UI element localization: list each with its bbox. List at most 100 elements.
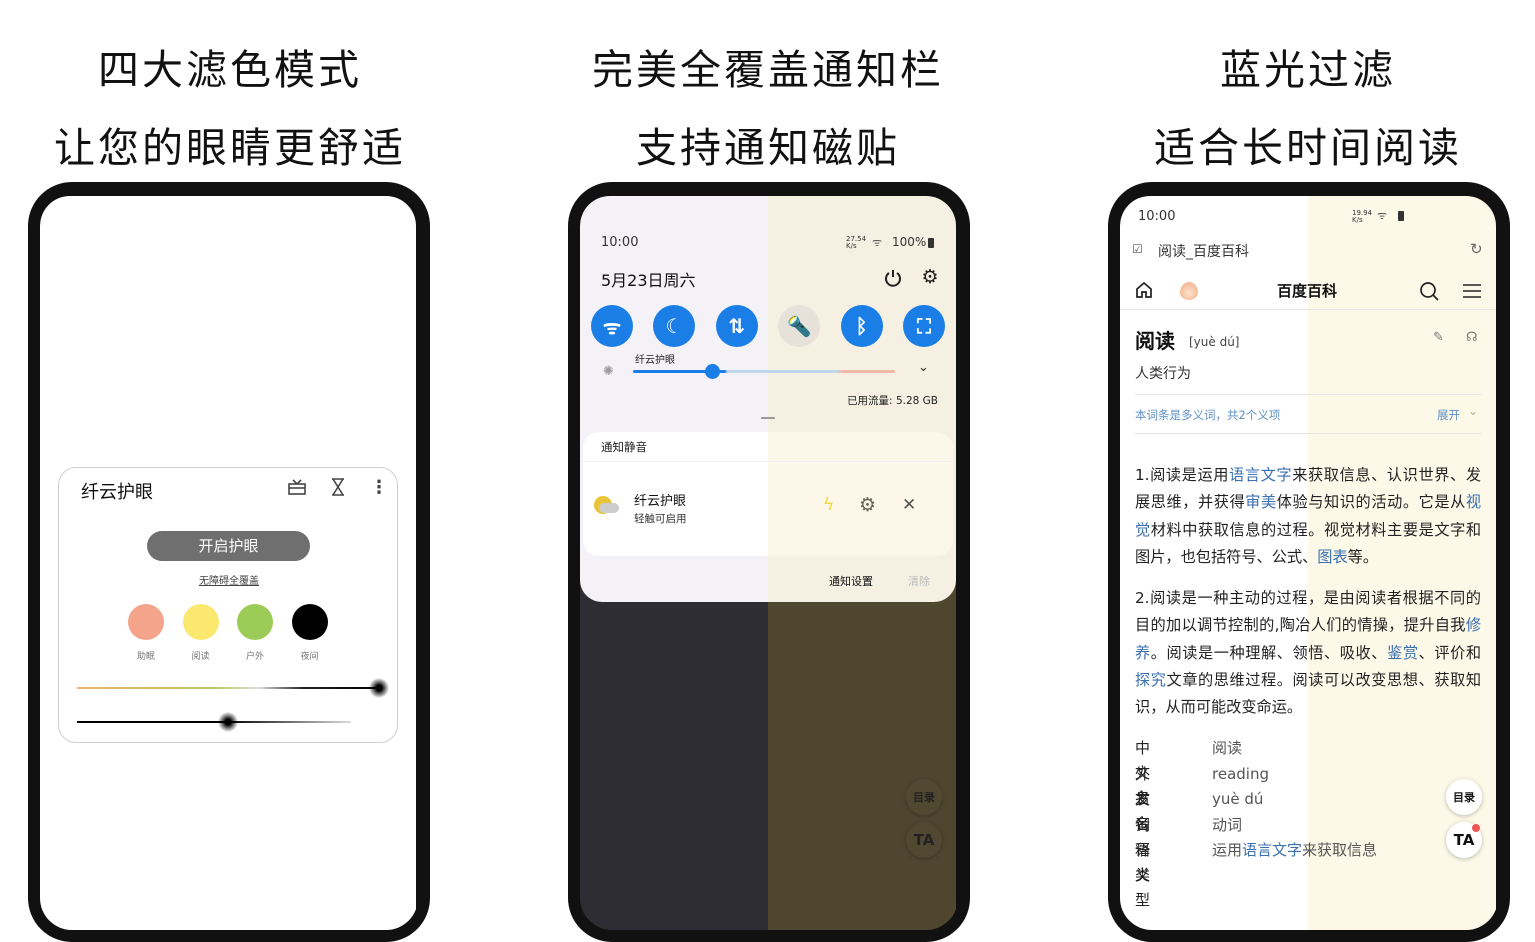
article-link[interactable]: 图表	[1317, 548, 1347, 566]
home-icon[interactable]	[1134, 280, 1154, 300]
toc-button[interactable]: 目录	[1446, 779, 1482, 815]
filter-intensity-slider[interactable]	[77, 687, 379, 689]
phone-notification: 2.阅读是一种主动的过程，是由阅读者根据不同的目的加以调节控制的,陶冶人们的情操…	[568, 182, 970, 942]
more-vert-icon[interactable]: ⋮	[369, 476, 389, 498]
tile-wifi-icon[interactable]: ᯤ	[591, 305, 633, 347]
browser-screen: 10:00 19.94 K/s ᯤ ☑ 阅读_百度百科 ↻ 百度百科 阅读 [y…	[1120, 196, 1496, 930]
tile-screenshot-icon[interactable]: ⛶	[903, 305, 945, 347]
article-link[interactable]: 鉴赏	[1387, 644, 1419, 662]
wifi-status-icon: ᯤ	[872, 236, 883, 249]
edit-icon[interactable]: ✎	[1433, 330, 1444, 345]
divider	[1120, 309, 1496, 310]
article-text: 、评价和	[1418, 643, 1482, 662]
hot-icon[interactable]	[1180, 282, 1198, 300]
article-text: 文章的思维过程。阅读可以改变思想、获取知识，从而可能改变命运。	[1135, 671, 1482, 717]
net-speed: 19.94 K/s	[1352, 209, 1373, 224]
brightness-slider-knob[interactable]	[704, 364, 720, 379]
infobox-label: 外文名	[1135, 764, 1151, 833]
search-icon[interactable]	[1418, 280, 1440, 302]
dim-slider[interactable]	[77, 721, 351, 723]
infobox-label: 发音	[1135, 790, 1151, 833]
badge-dot	[1472, 824, 1480, 832]
article-link[interactable]: 语言文字	[1229, 466, 1292, 484]
battery-icon	[928, 238, 934, 248]
font-button-dimmed[interactable]: TA	[906, 822, 942, 858]
accessibility-overlay-link[interactable]: 无障碍全覆盖	[169, 572, 289, 587]
status-time: 10:00	[1138, 209, 1176, 224]
shield-icon: ☑	[1132, 242, 1143, 256]
article-link[interactable]: 审美	[1245, 493, 1277, 511]
notification-screen: 2.阅读是一种主动的过程，是由阅读者根据不同的目的加以调节控制的,陶冶人们的情操…	[580, 196, 956, 930]
clear-button[interactable]: 清除	[908, 573, 930, 589]
infobox-value: 阅读	[1212, 736, 1242, 761]
menu-icon[interactable]	[1462, 280, 1482, 302]
tile-bluetooth-icon[interactable]: ᛒ	[840, 305, 883, 347]
infobox-value: yuè dú	[1212, 787, 1263, 812]
phone-reading: 10:00 19.94 K/s ᯤ ☑ 阅读_百度百科 ↻ 百度百科 阅读 [y…	[1108, 182, 1510, 942]
tile-label-eye-care: 纤云护眼	[635, 355, 675, 366]
mode-2-swatch[interactable]	[237, 604, 273, 640]
heading-3-line1: 蓝光过滤	[1220, 46, 1396, 94]
mode-label: 户外	[245, 652, 264, 662]
notification-subtitle: 轻触可启用	[634, 513, 687, 525]
tile-flashlight-icon[interactable]: 🔦	[778, 305, 821, 347]
notification-settings-button[interactable]: 通知设置	[829, 573, 873, 589]
data-usage: 已用流量: 5.28 GB	[847, 395, 938, 407]
infobox-value: 运用语言文字来获取信息	[1212, 838, 1377, 863]
notification-settings-icon[interactable]: ⚙	[859, 494, 876, 516]
dim-slider-knob[interactable]	[217, 712, 238, 732]
lightning-icon[interactable]: ϟ	[823, 495, 834, 515]
dismiss-icon[interactable]: ✕	[902, 495, 916, 515]
headphones-icon[interactable]: ☊	[1466, 330, 1478, 345]
infobox-value: reading	[1212, 762, 1269, 787]
heading-2-line1: 完美全覆盖通知栏	[592, 46, 944, 94]
drag-handle[interactable]	[761, 417, 775, 419]
article-text: 动词	[1212, 815, 1243, 834]
battery-level: 100%	[892, 235, 927, 249]
tile-data-transfer-icon[interactable]: ⇅	[715, 305, 758, 347]
article: 1.阅读是运用语言文字来获取信息、认识世界、发展思维，并获得审美体验与知识的活动…	[1135, 462, 1482, 909]
article-text: 等。	[1347, 547, 1378, 566]
hourglass-icon[interactable]	[327, 476, 349, 498]
expand-chevron-icon[interactable]: ⌄	[918, 360, 929, 375]
wifi-status-icon: ᯤ	[1377, 209, 1388, 222]
expand-button[interactable]: 展开	[1437, 407, 1460, 423]
refresh-icon[interactable]: ↻	[1470, 240, 1483, 258]
filter-slider-knob[interactable]	[369, 678, 389, 698]
settings-icon[interactable]: ⚙	[919, 266, 941, 288]
article-link[interactable]: 语言文字	[1242, 841, 1302, 859]
chevron-down-icon[interactable]: ⌄	[1468, 404, 1478, 418]
enable-eye-care-button[interactable]: 开启护眼	[147, 531, 310, 561]
date: 5月23日周六	[601, 271, 696, 290]
mode-label: 阅读	[191, 652, 210, 662]
home-screen: 纤云护眼 ⋮ 开启护眼 无障碍全覆盖 助眠 阅读 户外 夜间	[40, 196, 416, 930]
article-text: 2.阅读是一种主动的过程，是由阅读者根据不同的目的加以调节控制的,陶冶人们的情操…	[1135, 589, 1481, 635]
notification-title: 纤云护眼	[634, 494, 687, 509]
heading-1-line1: 四大滤色模式	[98, 46, 362, 94]
brightness-slider[interactable]	[633, 370, 895, 373]
article-link[interactable]: 探究	[1135, 671, 1167, 689]
entry-pinyin: [yuè dú]	[1189, 335, 1240, 349]
mode-3-swatch[interactable]	[291, 604, 328, 640]
mode-1-swatch[interactable]	[182, 604, 219, 640]
tile-eye-care-icon[interactable]: ☾	[653, 305, 696, 347]
heading-1-line2: 让您的眼睛更舒适	[54, 124, 406, 172]
mode-0-swatch[interactable]	[128, 604, 164, 640]
infobox-label: 释义	[1135, 841, 1151, 884]
eye-care-widget: 纤云护眼 ⋮ 开启护眼 无障碍全覆盖 助眠 阅读 户外 夜间	[58, 467, 398, 743]
divider	[583, 461, 953, 462]
divider	[1135, 394, 1481, 395]
mode-label: 助眠	[136, 652, 155, 662]
infobox-label: 中文名	[1135, 739, 1151, 807]
power-icon[interactable]	[882, 267, 904, 289]
notification-card[interactable]: 通知静音 纤云护眼 轻触可启用 ϟ ⚙ ✕	[583, 432, 953, 556]
heading-3-line2: 适合长时间阅读	[1154, 124, 1462, 172]
article-text: 阅读	[1212, 739, 1243, 757]
infobox-label: 词语类型	[1135, 815, 1151, 909]
entry-title: 阅读	[1135, 329, 1175, 353]
gift-icon[interactable]	[286, 476, 308, 498]
polysemy-note: 本词条是多义词，共2个义项	[1135, 408, 1281, 422]
toc-button-dimmed[interactable]: 目录	[906, 779, 942, 815]
article-text: 运用	[1212, 841, 1243, 859]
status-time: 10:00	[601, 235, 639, 250]
